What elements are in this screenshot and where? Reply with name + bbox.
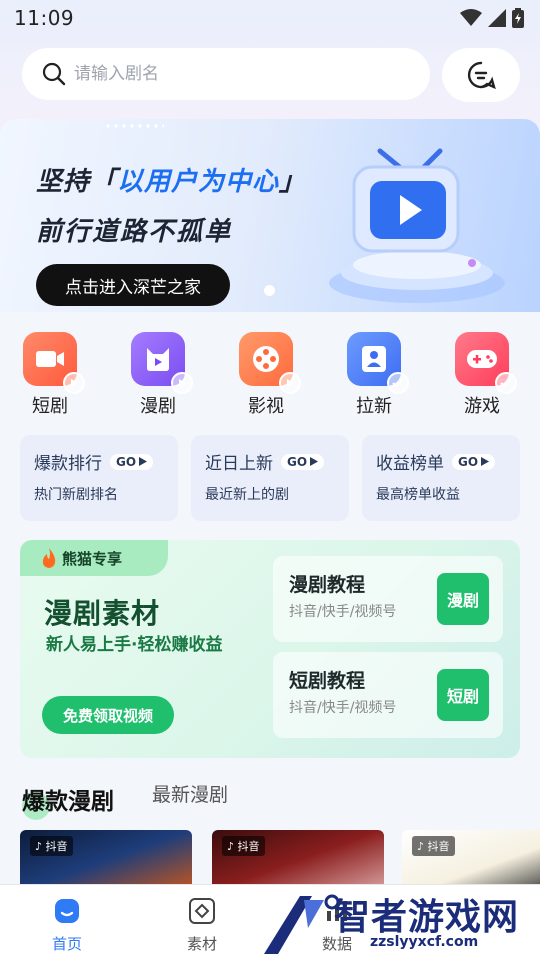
play-arrow-icon	[310, 457, 319, 466]
tab-new-comic[interactable]: 最新漫剧	[152, 780, 228, 807]
ranking-card-new[interactable]: 近日上新 GO 最近新上的剧	[191, 435, 349, 521]
flame-icon	[42, 548, 56, 568]
go-button[interactable]: GO	[281, 453, 325, 470]
banner-headline-2: 前行道路不孤单	[36, 217, 233, 247]
banner-enter-button[interactable]: 点击进入深芒之家	[36, 264, 230, 306]
ranking-subtitle: 最近新上的剧	[205, 487, 289, 503]
play-arrow-icon	[481, 457, 490, 466]
category-row: 短剧 漫剧 影视 拉新 游戏	[0, 332, 540, 422]
tv-play-illustration	[329, 148, 505, 303]
category-film-tv[interactable]: 影视	[231, 332, 301, 418]
tutorial-card-short[interactable]: 短剧教程 抖音/快手/视频号 短剧	[273, 652, 503, 738]
promo-title: 漫剧素材	[44, 597, 161, 630]
category-label: 拉新	[356, 396, 392, 417]
wifi-icon	[460, 9, 482, 26]
nav-home[interactable]: 首页	[32, 897, 102, 954]
ranking-card-hot[interactable]: 爆款排行 GO 热门新剧排名	[20, 435, 178, 521]
status-icons	[460, 8, 524, 28]
promo-tag: 熊猫专享	[20, 540, 168, 576]
watermark-logo	[264, 894, 340, 954]
category-referral[interactable]: 拉新	[339, 332, 409, 418]
tutorial-comic-button[interactable]: 漫剧	[437, 573, 489, 625]
material-icon	[189, 898, 215, 924]
battery-icon	[512, 8, 524, 28]
banner-highlight: 以用户为中心	[117, 167, 280, 197]
tutorial-card-comic[interactable]: 漫剧教程 抖音/快手/视频号 漫剧	[273, 556, 503, 642]
nav-label: 首页	[51, 935, 82, 953]
gamepad-icon	[455, 332, 517, 394]
play-badge-icon	[171, 372, 193, 394]
promo-banner[interactable]: 坚持「以用户为中心」 前行道路不孤单 点击进入深芒之家	[0, 119, 540, 312]
watermark-text: 智者游戏网	[334, 897, 520, 938]
ranking-subtitle: 最高榜单收益	[376, 487, 460, 503]
promo-subtitle: 新人易上手·轻松赚收益	[46, 635, 223, 655]
carousel-indicator[interactable]	[264, 285, 275, 296]
home-icon	[55, 899, 79, 923]
go-button[interactable]: GO	[452, 453, 496, 470]
status-bar: 11:09	[0, 0, 540, 36]
nav-material[interactable]: 素材	[167, 897, 237, 954]
status-time: 11:09	[14, 6, 75, 30]
play-badge-icon	[63, 372, 85, 394]
ranking-cards: 爆款排行 GO 热门新剧排名 近日上新 GO 最近新上的剧 收益榜单 GO 最高榜单收…	[20, 435, 520, 521]
search-box[interactable]	[22, 48, 430, 100]
nav-label: 素材	[186, 935, 217, 953]
ranking-subtitle: 热门新剧排名	[34, 487, 118, 503]
category-comic-drama[interactable]: 漫剧	[123, 332, 193, 418]
cat-tv-icon	[131, 332, 193, 394]
search-row	[22, 48, 520, 102]
category-label: 游戏	[464, 396, 500, 417]
banner-headline-1: 坚持「以用户为中心」	[36, 167, 307, 197]
claim-video-button[interactable]: 免费领取视频	[42, 696, 174, 734]
category-label: 影视	[248, 396, 284, 417]
ranking-title: 近日上新	[205, 454, 273, 474]
tab-hot-comic[interactable]: 爆款漫剧	[22, 782, 114, 816]
search-icon	[42, 62, 66, 86]
dots-decoration	[104, 123, 164, 129]
check-badge-icon	[495, 372, 517, 394]
message-button[interactable]	[442, 48, 520, 102]
play-arrow-icon	[139, 457, 148, 466]
video-camera-icon	[23, 332, 85, 394]
check-badge-icon	[387, 372, 409, 394]
category-short-drama[interactable]: 短剧	[15, 332, 85, 418]
douyin-badge: ♪ 抖音	[30, 836, 73, 856]
ranking-title: 收益榜单	[376, 454, 444, 474]
douyin-badge: ♪ 抖音	[412, 836, 455, 856]
drama-thumbnail[interactable]: ♪ 抖音	[20, 830, 192, 890]
film-reel-icon	[239, 332, 301, 394]
tutorial-short-button[interactable]: 短剧	[437, 669, 489, 721]
go-button[interactable]: GO	[110, 453, 154, 470]
search-input[interactable]	[74, 64, 374, 84]
message-icon	[467, 61, 496, 90]
material-promo-card: 熊猫专享 漫剧素材 新人易上手·轻松赚收益 免费领取视频 漫剧教程 抖音/快手/…	[20, 540, 520, 758]
signal-icon	[488, 9, 506, 27]
category-games[interactable]: 游戏	[447, 332, 517, 418]
site-watermark: 智者游戏网 zzslyyxcf.com	[260, 880, 540, 960]
play-badge-icon	[279, 372, 301, 394]
category-label: 漫剧	[140, 396, 176, 417]
ranking-title: 爆款排行	[34, 454, 102, 474]
user-add-icon	[347, 332, 409, 394]
ranking-card-earnings[interactable]: 收益榜单 GO 最高榜单收益	[362, 435, 520, 521]
category-label: 短剧	[32, 396, 68, 417]
douyin-badge: ♪ 抖音	[222, 836, 265, 856]
watermark-url: zzslyyxcf.com	[370, 934, 479, 950]
